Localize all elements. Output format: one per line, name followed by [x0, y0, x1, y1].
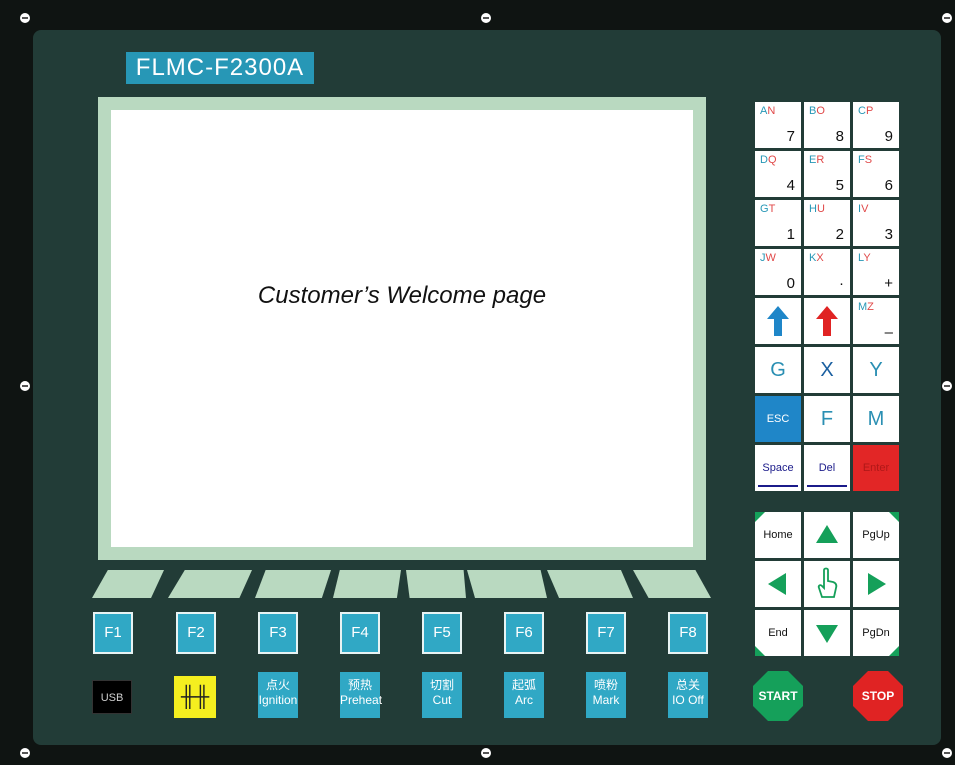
ignition-label: Ignition	[258, 693, 298, 707]
arc-key[interactable]: 起弧 Arc	[504, 672, 544, 718]
shift-blue-key[interactable]	[755, 298, 801, 344]
esc-key[interactable]: ESC	[755, 396, 801, 442]
shift-red-key[interactable]	[804, 298, 850, 344]
up-arrow-key[interactable]	[804, 512, 850, 558]
softkey-label-f6	[467, 570, 547, 598]
screw-icon	[481, 13, 491, 23]
key-dot[interactable]: KX ·	[804, 249, 850, 295]
softkey-label-f5	[406, 570, 466, 598]
key-7[interactable]: AN 7	[755, 102, 801, 148]
x-key[interactable]: X	[804, 347, 850, 393]
key-1[interactable]: GT 1	[755, 200, 801, 246]
arrow-up-blue-icon	[767, 306, 789, 336]
key-0[interactable]: JW 0	[755, 249, 801, 295]
mark-key[interactable]: 喷粉 Mark	[586, 672, 626, 718]
f5-key[interactable]: F5	[422, 612, 462, 654]
triangle-right-icon	[868, 573, 886, 595]
screw-icon	[481, 748, 491, 758]
screw-icon	[20, 748, 30, 758]
softkey-label-f4	[333, 570, 401, 598]
io-off-cn-label: 总关	[675, 678, 700, 692]
screw-icon	[20, 381, 30, 391]
manual-hand-key[interactable]	[804, 561, 850, 607]
f8-key[interactable]: F8	[668, 612, 708, 654]
g-key[interactable]: G	[755, 347, 801, 393]
cut-label: Cut	[432, 693, 452, 707]
y-key[interactable]: Y	[853, 347, 899, 393]
arc-cn-label: 起弧	[511, 678, 536, 692]
key-plus[interactable]: LY +	[853, 249, 899, 295]
preheat-label: Preheat	[340, 693, 383, 707]
f-key[interactable]: F	[804, 396, 850, 442]
f7-key[interactable]: F7	[586, 612, 626, 654]
del-key[interactable]: Del	[804, 445, 850, 491]
end-key[interactable]: End	[755, 610, 801, 656]
torch-icon: ╫╫	[180, 686, 210, 708]
key-3[interactable]: IV 3	[853, 200, 899, 246]
mark-label: Mark	[592, 693, 620, 707]
home-key[interactable]: Home	[755, 512, 801, 558]
f2-key[interactable]: F2	[176, 612, 216, 654]
torch-select-key[interactable]: ╫╫	[174, 676, 216, 718]
io-off-key[interactable]: 总关 IO Off	[668, 672, 708, 718]
triangle-down-icon	[816, 625, 838, 643]
left-arrow-key[interactable]	[755, 561, 801, 607]
screw-icon	[20, 13, 30, 23]
key-5[interactable]: ER 5	[804, 151, 850, 197]
f6-key[interactable]: F6	[504, 612, 544, 654]
display-screen	[111, 110, 693, 547]
preheat-key[interactable]: 预热 Preheat	[340, 672, 383, 718]
io-off-label: IO Off	[672, 693, 704, 707]
f4-key[interactable]: F4	[340, 612, 380, 654]
welcome-text: Customer’s Welcome page	[257, 282, 547, 309]
ignition-cn-label: 点火	[265, 678, 290, 692]
usb-port: USB	[92, 680, 132, 714]
m-key[interactable]: M	[853, 396, 899, 442]
pgup-key[interactable]: PgUp	[853, 512, 899, 558]
softkey-label-f7	[547, 570, 633, 598]
space-key[interactable]: Space	[755, 445, 801, 491]
key-6[interactable]: FS 6	[853, 151, 899, 197]
preheat-cn-label: 预热	[347, 678, 372, 692]
mark-cn-label: 喷粉	[593, 678, 618, 692]
cut-key[interactable]: 切割 Cut	[422, 672, 462, 718]
enter-key[interactable]: Enter	[853, 445, 899, 491]
model-badge: FLMC-F2300A	[126, 52, 314, 84]
hand-pointer-icon	[817, 567, 838, 598]
screw-icon	[942, 381, 952, 391]
ignition-key[interactable]: 点火 Ignition	[258, 672, 298, 718]
down-arrow-key[interactable]	[804, 610, 850, 656]
softkey-label-f3	[255, 570, 331, 598]
triangle-left-icon	[768, 573, 786, 595]
arrow-up-red-icon	[816, 306, 838, 336]
screw-icon	[942, 13, 952, 23]
pgdn-key[interactable]: PgDn	[853, 610, 899, 656]
cut-cn-label: 切割	[429, 678, 454, 692]
key-minus[interactable]: MZ –	[853, 298, 899, 344]
key-4[interactable]: DQ 4	[755, 151, 801, 197]
triangle-up-icon	[816, 525, 838, 543]
key-2[interactable]: HU 2	[804, 200, 850, 246]
key-8[interactable]: BO 8	[804, 102, 850, 148]
screw-icon	[942, 748, 952, 758]
arc-label: Arc	[515, 693, 533, 707]
right-arrow-key[interactable]	[853, 561, 899, 607]
f1-key[interactable]: F1	[93, 612, 133, 654]
start-button[interactable]: START	[753, 671, 803, 721]
f3-key[interactable]: F3	[258, 612, 298, 654]
stop-button[interactable]: STOP	[853, 671, 903, 721]
key-9[interactable]: CP 9	[853, 102, 899, 148]
